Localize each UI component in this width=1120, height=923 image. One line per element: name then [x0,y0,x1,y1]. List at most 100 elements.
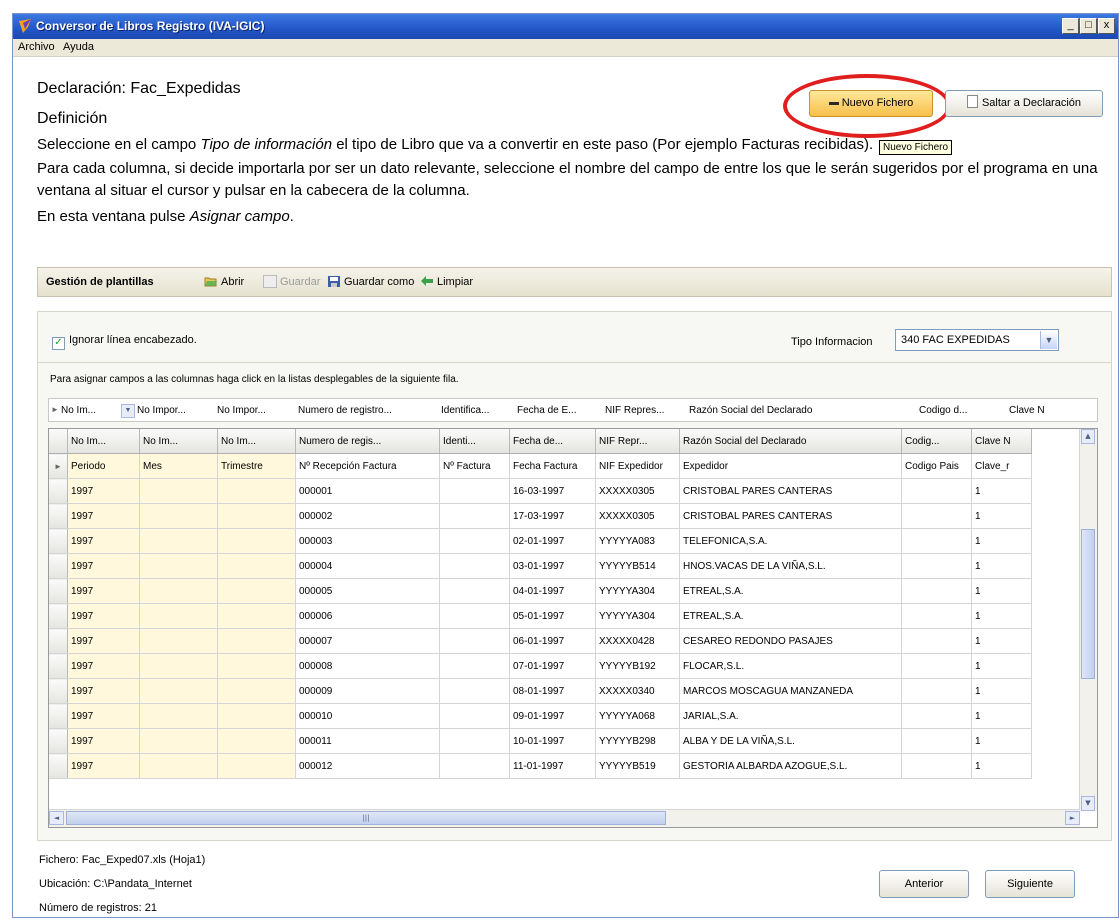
table-cell[interactable]: YYYYYA304 [595,603,680,629]
chevron-down-icon[interactable]: ▼ [1040,331,1057,349]
table-cell[interactable] [139,553,218,579]
table-cell[interactable]: TELEFONICA,S.A. [679,528,902,554]
data-grid[interactable]: No Im... No Im... No Im... Numero de reg… [48,428,1098,828]
table-cell[interactable] [217,728,296,754]
table-row[interactable]: 1997 000005 04-01-1997 YYYYYA304 ETREAL,S.A.… [49,578,1032,604]
table-cell[interactable]: Trimestre [217,453,296,479]
mapping-select-2[interactable]: No Impor... [137,405,213,416]
scroll-down-icon[interactable]: ▼ [1081,796,1095,811]
table-cell[interactable]: CRISTOBAL PARES CANTERAS [679,478,902,504]
guardar-button[interactable]: Guardar [280,276,320,288]
table-cell[interactable] [139,628,218,654]
table-cell[interactable] [217,578,296,604]
column-header[interactable]: Numero de regis... [295,429,440,454]
column-header[interactable]: Razón Social del Declarado [679,429,902,454]
table-cell[interactable]: XXXXX0305 [595,503,680,529]
horizontal-scrollbar[interactable]: ◄ ||| ► [49,809,1080,827]
table-cell[interactable]: 1997 [67,628,140,654]
scroll-up-icon[interactable]: ▲ [1081,429,1095,444]
table-cell[interactable] [439,578,510,604]
column-header[interactable]: No Im... [139,429,218,454]
maximize-button[interactable]: □ [1080,18,1097,34]
table-cell[interactable]: 1 [971,603,1032,629]
guardar-como-button[interactable]: Guardar como [344,276,414,288]
table-cell[interactable] [901,753,972,779]
table-row[interactable]: 1997 000011 10-01-1997 YYYYYB298 ALBA Y DE L… [49,728,1032,754]
table-cell[interactable]: 000005 [295,578,440,604]
table-cell[interactable]: 000012 [295,753,440,779]
table-cell[interactable] [139,578,218,604]
table-cell[interactable]: XXXXX0305 [595,478,680,504]
open-folder-icon[interactable] [204,275,218,288]
table-cell[interactable]: 1997 [67,678,140,704]
tipo-informacion-select[interactable]: 340 FAC EXPEDIDAS ▼ [895,329,1059,351]
row-header[interactable] [49,553,68,579]
table-cell[interactable] [439,703,510,729]
table-row[interactable]: 1997 000010 09-01-1997 YYYYYA068 JARIAL,S.A.… [49,703,1032,729]
table-cell[interactable] [901,528,972,554]
table-cell[interactable] [139,478,218,504]
table-cell[interactable]: YYYYYB514 [595,553,680,579]
table-cell[interactable]: 000009 [295,678,440,704]
row-header[interactable] [49,578,68,604]
table-cell[interactable]: CRISTOBAL PARES CANTERAS [679,503,902,529]
row-header[interactable] [49,653,68,679]
table-cell[interactable]: Codigo Pais [901,453,972,479]
column-header[interactable]: No Im... [67,429,140,454]
table-cell[interactable] [139,728,218,754]
table-cell[interactable]: 1997 [67,578,140,604]
anterior-button[interactable]: Anterior [879,870,969,898]
table-row[interactable]: 1997 000007 06-01-1997 XXXXX0428 CESAREO RED… [49,628,1032,654]
saltar-declaracion-button[interactable]: Saltar a Declaración [945,90,1103,117]
table-cell[interactable]: 1 [971,728,1032,754]
table-cell[interactable]: 05-01-1997 [509,603,596,629]
table-cell[interactable] [217,653,296,679]
table-cell[interactable] [217,753,296,779]
table-row[interactable]: 1997 000001 16-03-1997 XXXXX0305 CRISTOBAL P… [49,478,1032,504]
menu-ayuda[interactable]: Ayuda [63,41,94,53]
table-cell[interactable]: 17-03-1997 [509,503,596,529]
scroll-left-icon[interactable]: ◄ [49,811,64,825]
table-cell[interactable]: 08-01-1997 [509,678,596,704]
table-cell[interactable] [217,478,296,504]
table-cell[interactable]: 000001 [295,478,440,504]
mapping-select-9[interactable]: Codigo d... [919,405,997,416]
mapping-select-7[interactable]: NIF Repres... [605,405,685,416]
row-header[interactable] [49,503,68,529]
table-cell[interactable]: MARCOS MOSCAGUA MANZANEDA [679,678,902,704]
table-cell[interactable]: YYYYYB519 [595,753,680,779]
table-cell[interactable]: 1 [971,553,1032,579]
table-cell[interactable]: Periodo [67,453,140,479]
table-cell[interactable]: 000006 [295,603,440,629]
table-cell[interactable] [139,678,218,704]
column-header[interactable]: Identi... [439,429,510,454]
table-cell[interactable]: 1 [971,503,1032,529]
table-cell[interactable]: NIF Expedidor [595,453,680,479]
table-cell[interactable] [139,503,218,529]
table-cell[interactable]: 000004 [295,553,440,579]
table-row[interactable]: 1997 000008 07-01-1997 YYYYYB192 FLOCAR,S.L.… [49,653,1032,679]
table-cell[interactable]: YYYYYA068 [595,703,680,729]
table-cell[interactable]: 000003 [295,528,440,554]
table-cell[interactable]: 000008 [295,653,440,679]
table-row[interactable]: 1997 000012 11-01-1997 YYYYYB519 GESTORIA AL… [49,753,1032,779]
vertical-scrollbar[interactable]: ▲ ▼ [1079,429,1097,811]
table-cell[interactable] [217,503,296,529]
table-cell[interactable]: Mes [139,453,218,479]
column-header[interactable]: Clave N [971,429,1032,454]
ignore-header-option[interactable]: ✓ Ignorar línea encabezado. [52,334,197,350]
table-cell[interactable]: 1 [971,628,1032,654]
table-cell[interactable]: 1 [971,753,1032,779]
table-cell[interactable] [139,753,218,779]
save-as-icon[interactable] [327,275,341,288]
table-cell[interactable] [217,553,296,579]
table-cell[interactable]: 04-01-1997 [509,578,596,604]
table-row[interactable]: 1997 000009 08-01-1997 XXXXX0340 MARCOS MOSC… [49,678,1032,704]
table-cell[interactable]: 1997 [67,528,140,554]
table-cell[interactable] [439,653,510,679]
table-row[interactable]: 1997 000006 05-01-1997 YYYYYA304 ETREAL,S.A.… [49,603,1032,629]
table-cell[interactable] [901,553,972,579]
table-cell[interactable]: JARIAL,S.A. [679,703,902,729]
table-cell[interactable]: 1997 [67,653,140,679]
table-cell[interactable]: YYYYYA083 [595,528,680,554]
